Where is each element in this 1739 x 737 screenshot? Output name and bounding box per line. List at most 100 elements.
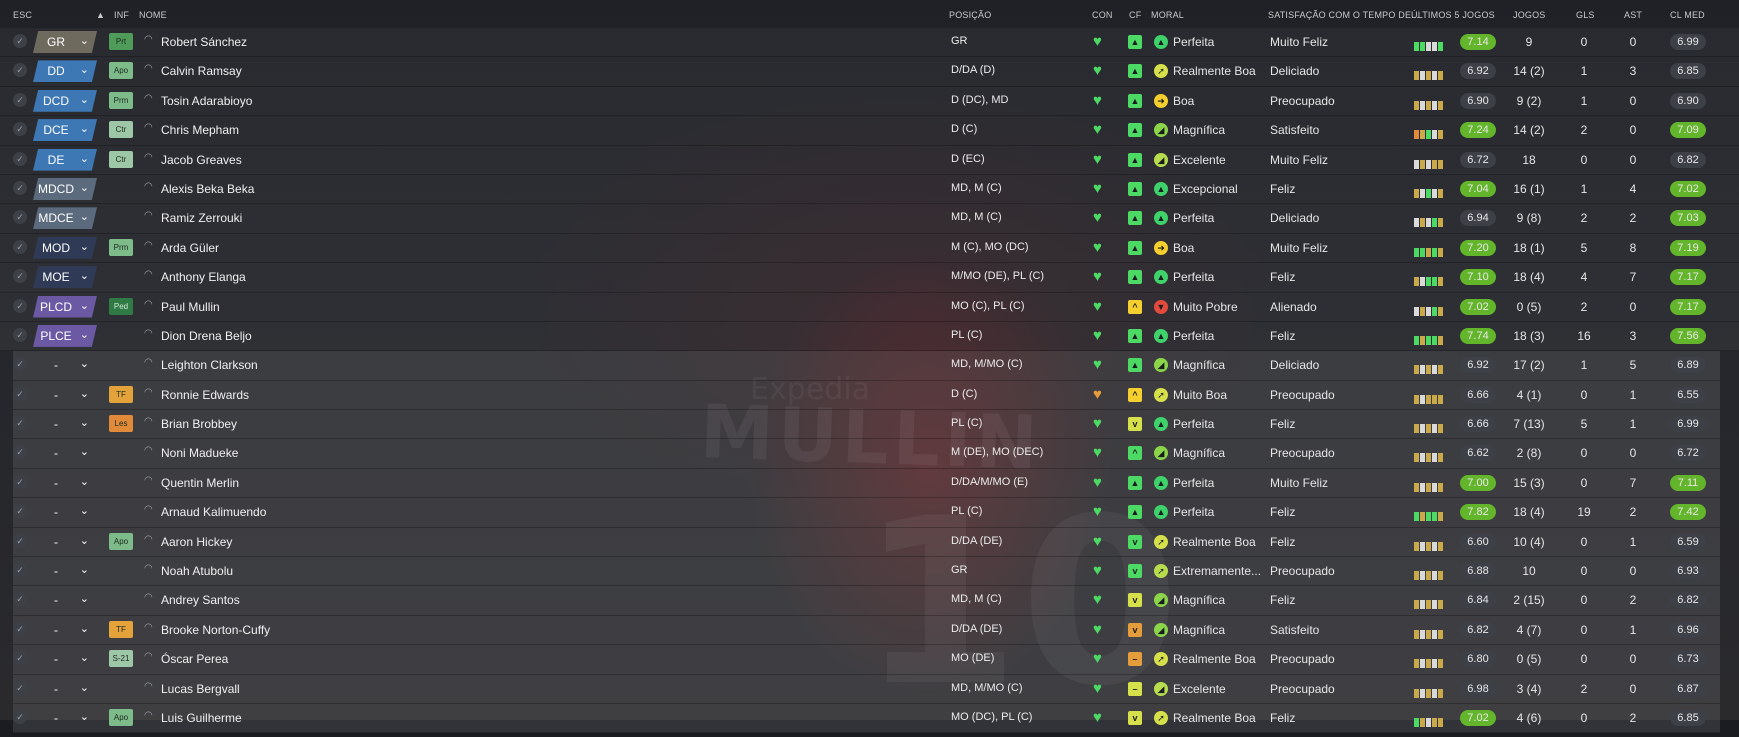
position-selector[interactable]: - ⌄ <box>33 531 97 553</box>
position-selector[interactable]: - ⌄ <box>33 501 97 523</box>
chevron-down-icon[interactable]: ⌄ <box>80 207 89 228</box>
table-row[interactable]: ✓ - ⌄ ◠ Andrey Santos MD, M (C) ♥ v ◢ Magnífica Fe… <box>13 586 1720 616</box>
table-row[interactable]: ✓ - ⌄ S-21 ◠ Óscar Perea MO (DE) ♥ – ➚ Realmente B… <box>13 645 1720 675</box>
table-row[interactable]: ✓ GR ⌄ Prt ◠ Robert Sánchez GR ♥ ▲ ▲ Perfeita Muito… <box>0 28 1739 58</box>
header-cl-med[interactable]: CL MED <box>1670 10 1705 20</box>
table-row[interactable]: ✓ - ⌄ ◠ Arnaud Kalimuendo PL (C) ♥ ▲ ▲ Perfeita Fe… <box>13 498 1720 528</box>
select-check-icon[interactable]: ✓ <box>13 621 27 636</box>
header-esc[interactable]: ESC <box>13 10 32 20</box>
table-row[interactable]: ✓ - ⌄ ◠ Leighton Clarkson MD, M/MO (C) ♥ ▲ ◢ Magn… <box>13 351 1720 381</box>
select-check-icon[interactable]: ✓ <box>13 122 27 137</box>
chevron-down-icon[interactable]: ⌄ <box>80 237 89 258</box>
header-moral[interactable]: MORAL <box>1151 10 1184 20</box>
player-name[interactable]: Dion Drena Beljo <box>161 329 252 343</box>
select-check-icon[interactable]: ✓ <box>13 474 27 489</box>
table-row[interactable]: ✓ DE ⌄ Ctr ◠ Jacob Greaves D (EC) ♥ ▲ ◢ Excelente M… <box>0 145 1739 175</box>
position-selector[interactable]: - ⌄ <box>33 442 97 464</box>
position-selector[interactable]: DD ⌄ <box>33 60 97 83</box>
player-name[interactable]: Arnaud Kalimuendo <box>161 505 266 519</box>
table-row[interactable]: ✓ MDCD ⌄ ◠ Alexis Beka Beka MD, M (C) ♥ ▲ ▲ Excep… <box>0 174 1739 205</box>
player-name[interactable]: Ramiz Zerrouki <box>161 211 242 225</box>
select-check-icon[interactable]: ✓ <box>13 92 27 107</box>
chevron-down-icon[interactable]: ⌄ <box>80 560 89 581</box>
position-selector[interactable]: MOE ⌄ <box>33 266 97 289</box>
chevron-down-icon[interactable]: ⌄ <box>80 31 89 52</box>
chevron-down-icon[interactable]: ⌄ <box>80 354 89 375</box>
player-name[interactable]: Noah Atubolu <box>161 564 233 578</box>
select-check-icon[interactable]: ✓ <box>13 592 27 607</box>
select-check-icon[interactable]: ✓ <box>13 34 27 48</box>
select-check-icon[interactable]: ✓ <box>13 533 27 548</box>
player-name[interactable]: Tosin Adarabioyo <box>161 94 252 108</box>
select-check-icon[interactable]: ✓ <box>13 210 27 225</box>
position-selector[interactable]: DCD ⌄ <box>33 89 97 112</box>
player-name[interactable]: Arda Güler <box>161 241 219 255</box>
select-check-icon[interactable]: ✓ <box>13 298 27 313</box>
sort-asc-icon[interactable]: ▲ <box>96 10 105 20</box>
header-jogos[interactable]: JOGOS <box>1513 10 1546 20</box>
position-selector[interactable]: MDCD ⌄ <box>33 177 97 200</box>
chevron-down-icon[interactable]: ⌄ <box>80 678 89 699</box>
position-selector[interactable]: PLCE ⌄ <box>33 324 97 347</box>
select-check-icon[interactable]: ✓ <box>13 180 27 195</box>
player-name[interactable]: Anthony Elanga <box>161 270 246 284</box>
player-name[interactable]: Alexis Beka Beka <box>161 182 254 196</box>
player-name[interactable]: Robert Sánchez <box>161 35 247 49</box>
select-check-icon[interactable]: ✓ <box>13 239 27 254</box>
player-name[interactable]: Óscar Perea <box>161 652 228 666</box>
header-cf[interactable]: CF <box>1129 10 1141 20</box>
chevron-down-icon[interactable]: ⌄ <box>80 60 89 81</box>
chevron-down-icon[interactable]: ⌄ <box>80 648 89 669</box>
chevron-down-icon[interactable]: ⌄ <box>80 413 89 434</box>
table-row[interactable]: ✓ - ⌄ ◠ Lucas Bergvall MD, M/MO (C) ♥ – ◢ Excelen… <box>13 674 1720 704</box>
chevron-down-icon[interactable]: ⌄ <box>80 325 89 346</box>
table-row[interactable]: ✓ PLCE ⌄ ◠ Dion Drena Beljo PL (C) ♥ ▲ ▲ Perfeita… <box>0 321 1739 352</box>
select-check-icon[interactable]: ✓ <box>13 357 27 372</box>
player-name[interactable]: Luis Guilherme <box>161 711 242 725</box>
position-selector[interactable]: - ⌄ <box>33 472 97 494</box>
chevron-down-icon[interactable]: ⌄ <box>80 178 89 199</box>
select-check-icon[interactable]: ✓ <box>13 709 27 724</box>
header-inf[interactable]: INF <box>114 10 129 20</box>
table-row[interactable]: ✓ PLCD ⌄ Ped ◠ Paul Mullin MO (C), PL (C) ♥ ^ ▼ Mu… <box>0 292 1739 322</box>
table-row[interactable]: ✓ DD ⌄ Apo ◠ Calvin Ramsay D/DA (D) ♥ ▲ ➚ Realment… <box>0 57 1739 87</box>
position-selector[interactable]: - ⌄ <box>33 589 97 611</box>
select-check-icon[interactable]: ✓ <box>13 386 27 401</box>
position-selector[interactable]: PLCD ⌄ <box>33 295 97 318</box>
table-row[interactable]: ✓ - ⌄ Apo ◠ Luis Guilherme MO (DC), PL (C) ♥ v ➚ R… <box>13 703 1720 734</box>
table-row[interactable]: ✓ - ⌄ Les ◠ Brian Brobbey PL (C) ♥ v ▲ Perfeita Fel… <box>13 410 1720 440</box>
player-name[interactable]: Jacob Greaves <box>161 153 242 167</box>
header-gls[interactable]: GLS <box>1576 10 1595 20</box>
position-selector[interactable]: GR ⌄ <box>33 31 97 53</box>
table-row[interactable]: ✓ MOD ⌄ Prm ◠ Arda Güler M (C), MO (DC) ♥ ▲ ➜ Boa M… <box>0 233 1739 264</box>
position-selector[interactable]: - ⌄ <box>33 413 97 435</box>
position-selector[interactable]: - ⌄ <box>33 707 97 729</box>
table-row[interactable]: ✓ - ⌄ TF ◠ Brooke Norton-Cuffy D/DA (DE) ♥ v ◢ Mag… <box>13 615 1720 646</box>
table-row[interactable]: ✓ - ⌄ TF ◠ Ronnie Edwards D (C) ♥ ^ ➚ Muito Boa Pre… <box>13 380 1720 411</box>
chevron-down-icon[interactable]: ⌄ <box>80 384 89 405</box>
table-row[interactable]: ✓ DCD ⌄ Prm ◠ Tosin Adarabioyo D (DC), MD ♥ ▲ ➜ Bo… <box>0 86 1739 117</box>
player-name[interactable]: Aaron Hickey <box>161 535 232 549</box>
header-nome[interactable]: NOME <box>139 10 167 20</box>
chevron-down-icon[interactable]: ⌄ <box>80 442 89 463</box>
player-name[interactable]: Leighton Clarkson <box>161 358 258 372</box>
header-posicao[interactable]: POSIÇÃO <box>949 10 991 20</box>
chevron-down-icon[interactable]: ⌄ <box>80 707 89 728</box>
select-check-icon[interactable]: ✓ <box>13 63 27 78</box>
position-selector[interactable]: - ⌄ <box>33 384 97 406</box>
table-row[interactable]: ✓ - ⌄ ◠ Noah Atubolu GR ♥ v ➚ Extremamente... Preo… <box>13 557 1720 587</box>
chevron-down-icon[interactable]: ⌄ <box>80 531 89 552</box>
position-selector[interactable]: DE ⌄ <box>33 148 97 171</box>
position-selector[interactable]: MDCE ⌄ <box>33 207 97 230</box>
player-name[interactable]: Brooke Norton-Cuffy <box>161 623 270 637</box>
chevron-down-icon[interactable]: ⌄ <box>80 501 89 522</box>
chevron-down-icon[interactable]: ⌄ <box>80 619 89 640</box>
table-row[interactable]: ✓ - ⌄ ◠ Noni Madueke M (DE), MO (DEC) ♥ ^ ◢ Magní… <box>13 439 1720 469</box>
position-selector[interactable]: MOD ⌄ <box>33 236 97 259</box>
player-name[interactable]: Brian Brobbey <box>161 417 237 431</box>
select-check-icon[interactable]: ✓ <box>13 504 27 519</box>
table-row[interactable]: ✓ MOE ⌄ ◠ Anthony Elanga M/MO (DE), PL (C) ♥ ▲ ▲… <box>0 263 1739 293</box>
select-check-icon[interactable]: ✓ <box>13 327 27 342</box>
player-name[interactable]: Noni Madueke <box>161 446 238 460</box>
table-row[interactable]: ✓ - ⌄ Apo ◠ Aaron Hickey D/DA (DE) ♥ v ➚ Realmente… <box>13 527 1720 558</box>
